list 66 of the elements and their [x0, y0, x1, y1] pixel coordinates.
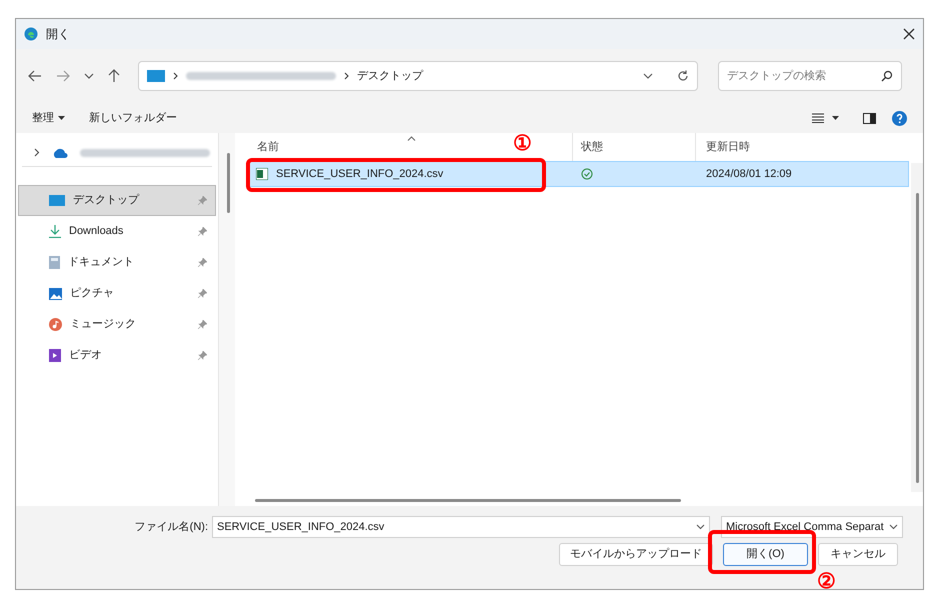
chevron-right-icon	[344, 72, 349, 80]
caret-icon[interactable]	[832, 116, 839, 120]
new-folder-button[interactable]: 新しいフォルダー	[89, 110, 177, 126]
pin-icon[interactable]	[198, 227, 207, 236]
check-circle-icon	[581, 168, 593, 180]
sidebar-item[interactable]: ドキュメント	[18, 247, 216, 278]
music-icon	[49, 318, 62, 331]
sidebar-item[interactable]: ビデオ	[18, 340, 216, 371]
sidebar-item[interactable]: デスクトップ	[18, 185, 216, 216]
pin-icon[interactable]	[198, 351, 207, 360]
scrollbar-thumb[interactable]	[227, 153, 230, 213]
browser-icon	[24, 27, 38, 41]
refresh-icon[interactable]	[677, 70, 689, 82]
preview-pane-icon[interactable]	[863, 112, 876, 124]
address-bar[interactable]: デスクトップ	[138, 61, 698, 91]
chevron-right-icon[interactable]	[34, 148, 40, 157]
scrollbar-thumb[interactable]	[916, 193, 919, 483]
file-row[interactable]: SERVICE_USER_INFO_2024.csv 2024/08/01 12:09	[247, 161, 909, 187]
pin-icon[interactable]	[198, 289, 207, 298]
file-type-dropdown[interactable]: Microsoft Excel Comma Separat	[721, 516, 903, 538]
pin-icon[interactable]	[198, 320, 207, 329]
chevron-down-icon[interactable]	[84, 72, 94, 80]
chevron-down-icon	[696, 524, 705, 530]
window-title: 開く	[46, 26, 70, 43]
chevron-down-icon	[889, 524, 898, 530]
column-header[interactable]: 状態	[581, 138, 603, 156]
filename-label: ファイル名(N):	[134, 520, 208, 535]
monitor-icon	[49, 195, 65, 206]
video-icon	[49, 349, 61, 362]
search-placeholder: デスクトップの検索	[727, 68, 827, 84]
breadcrumb-item[interactable]: デスクトップ	[357, 68, 423, 84]
document-icon	[49, 256, 60, 269]
list-view-icon[interactable]	[812, 113, 824, 123]
download-icon	[49, 225, 61, 238]
sort-caret-icon[interactable]	[407, 136, 416, 141]
up-arrow-icon[interactable]	[108, 69, 120, 83]
dialog-button[interactable]: キャンセル	[818, 543, 898, 566]
spreadsheet-file-icon	[256, 168, 268, 180]
chevron-down-icon[interactable]	[643, 72, 653, 80]
cloud-icon	[52, 148, 68, 158]
filename-field[interactable]: SERVICE_USER_INFO_2024.csv	[212, 516, 710, 538]
pin-icon[interactable]	[198, 258, 207, 267]
dialog-button[interactable]: モバイルからアップロード	[559, 543, 713, 566]
chevron-right-icon	[173, 72, 178, 80]
sidebar-item[interactable]: Downloads	[18, 216, 216, 247]
organize-menu[interactable]: 整理	[32, 110, 65, 126]
step-number: ①	[513, 130, 532, 157]
picture-icon	[49, 288, 62, 300]
close-icon[interactable]	[903, 28, 915, 40]
vertical-scrollbar[interactable]	[911, 163, 923, 492]
step-number: ②	[817, 568, 836, 595]
file-name: SERVICE_USER_INFO_2024.csv	[276, 166, 444, 182]
open-button[interactable]: 開く(O)	[723, 543, 808, 566]
caret-icon	[58, 116, 65, 120]
column-header[interactable]: 名前	[257, 138, 279, 156]
monitor-icon	[147, 70, 165, 82]
modified-date: 2024/08/01 12:09	[705, 166, 792, 182]
sidebar-item[interactable]: ピクチャ	[18, 278, 216, 309]
sidebar-item[interactable]: ミュージック	[18, 309, 216, 340]
back-arrow-icon[interactable]	[28, 70, 42, 82]
search-field[interactable]: デスクトップの検索	[718, 61, 902, 91]
forward-arrow-icon[interactable]	[56, 70, 70, 82]
horizontal-scrollbar-thumb[interactable]	[255, 498, 681, 502]
help-icon[interactable]	[892, 110, 907, 126]
column-header[interactable]: 更新日時	[706, 138, 750, 156]
search-icon[interactable]	[881, 70, 893, 82]
